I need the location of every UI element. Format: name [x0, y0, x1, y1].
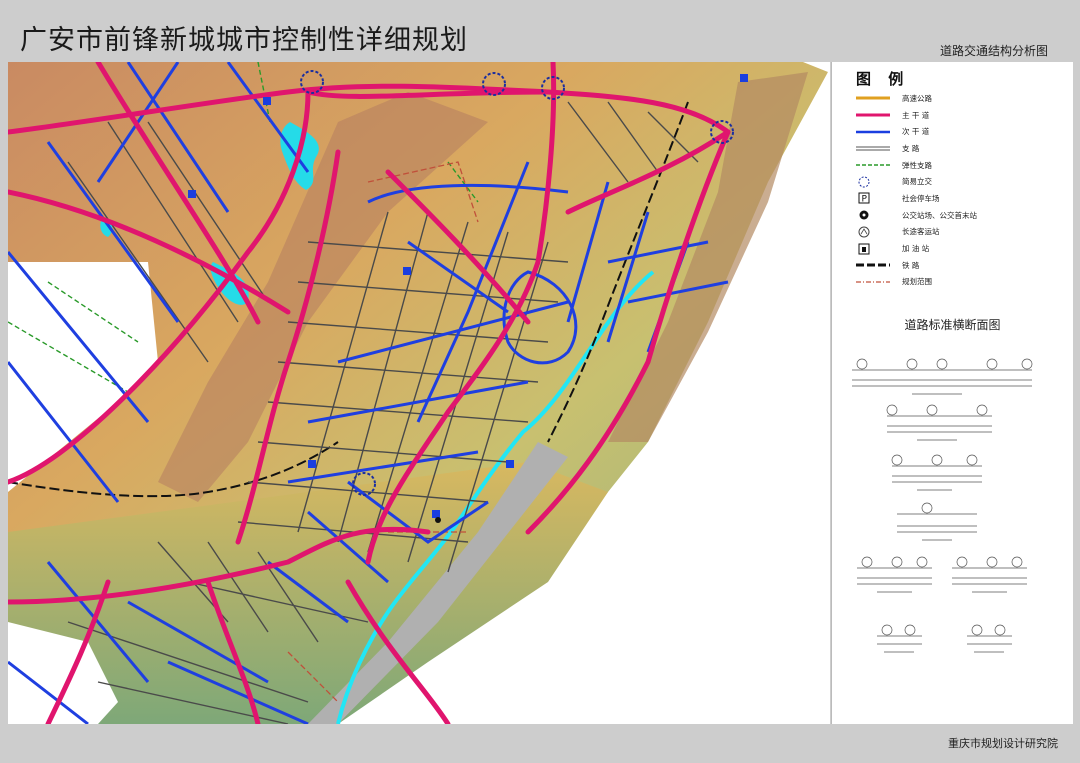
- legend-label: 次 干 道: [902, 127, 930, 137]
- cross-section-5a: [857, 556, 932, 593]
- legend-item-boundary: 规划范围: [856, 274, 977, 291]
- legend-item-flexible: 弹性支路: [856, 157, 977, 174]
- legend-item-gas: 加 油 站: [856, 240, 977, 257]
- gas-station-icon: [856, 243, 890, 255]
- railway-line-icon: [856, 259, 890, 271]
- cross-section-4: [897, 502, 977, 541]
- legend-label: 高速公路: [902, 93, 932, 103]
- branch-road-line-icon: [856, 142, 890, 154]
- legend-label: 社会停车场: [902, 193, 940, 203]
- interchange-circle-icon: [856, 176, 890, 188]
- legend-item-bus: 公交站场、公交首末站: [856, 207, 977, 224]
- legend-label: 长途客运站: [902, 227, 940, 237]
- svg-text:P: P: [862, 195, 868, 205]
- page-frame: 广安市前锋新城城市控制性详细规划 道路交通结构分析图 图 例 高速公路 主 干 …: [0, 0, 1080, 763]
- coach-station-icon: [856, 226, 890, 238]
- parking-marker: [308, 460, 316, 468]
- legend-label: 加 油 站: [902, 244, 930, 254]
- legend-item-interchange: 简易立交: [856, 173, 977, 190]
- cross-section-6b: [967, 624, 1012, 653]
- legend-item-expressway: 高速公路: [856, 90, 977, 107]
- legend-item-coach: 长途客运站: [856, 224, 977, 241]
- page-title: 广安市前锋新城城市控制性详细规划: [20, 25, 468, 56]
- cross-section-3: [891, 454, 982, 491]
- legend-label: 规划范围: [902, 277, 932, 287]
- legend-item-parking: P 社会停车场: [856, 190, 977, 207]
- legend-item-railway: 铁 路: [856, 257, 977, 274]
- legend-label: 简易立交: [902, 177, 932, 187]
- parking-marker: [506, 460, 514, 468]
- legend-item-secondary: 次 干 道: [856, 123, 977, 140]
- arterial-road-line-icon: [856, 109, 890, 121]
- legend-label: 公交站场、公交首末站: [902, 210, 977, 220]
- cross-section-drawings: [852, 358, 1033, 653]
- planning-boundary-line-icon: [856, 276, 890, 288]
- expressway-line-icon: [856, 92, 890, 104]
- parking-marker: [263, 97, 271, 105]
- legend-list: 高速公路 主 干 道 次 干 道 支 路 弹性支路 简易立交 P 社会停车场 公…: [856, 90, 977, 290]
- sections-title: 道路标准横断面图: [904, 318, 1001, 332]
- flexible-road-dashed-line-icon: [856, 159, 890, 171]
- legend-item-arterial: 主 干 道: [856, 107, 977, 124]
- cross-section-1: [852, 358, 1033, 395]
- legend-label: 主 干 道: [902, 110, 930, 120]
- legend-item-branch: 支 路: [856, 140, 977, 157]
- bus-terminal-icon: [856, 209, 890, 221]
- map-subtitle: 道路交通结构分析图: [939, 44, 1048, 58]
- legend-label: 支 路: [902, 143, 920, 153]
- road-network-map[interactable]: [8, 62, 830, 724]
- legend-panel: 图 例 高速公路 主 干 道 次 干 道 支 路 弹性支路 简易立交 P 社会停…: [831, 62, 1073, 724]
- bus-terminal-marker: [435, 517, 441, 523]
- cross-section-6a: [877, 624, 922, 653]
- parking-marker: [740, 74, 748, 82]
- parking-marker: [403, 267, 411, 275]
- cross-section-5b: [952, 556, 1027, 593]
- map-canvas: [8, 62, 830, 724]
- parking-marker: [188, 190, 196, 198]
- legend-label: 铁 路: [902, 260, 920, 270]
- parking-marker: [432, 510, 440, 518]
- cross-section-2: [886, 404, 992, 441]
- footer-institute: 重庆市规划设计研究院: [948, 737, 1058, 750]
- parking-icon: P: [856, 192, 890, 204]
- legend-title: 图 例: [856, 70, 910, 88]
- secondary-road-line-icon: [856, 126, 890, 138]
- legend-label: 弹性支路: [902, 160, 932, 170]
